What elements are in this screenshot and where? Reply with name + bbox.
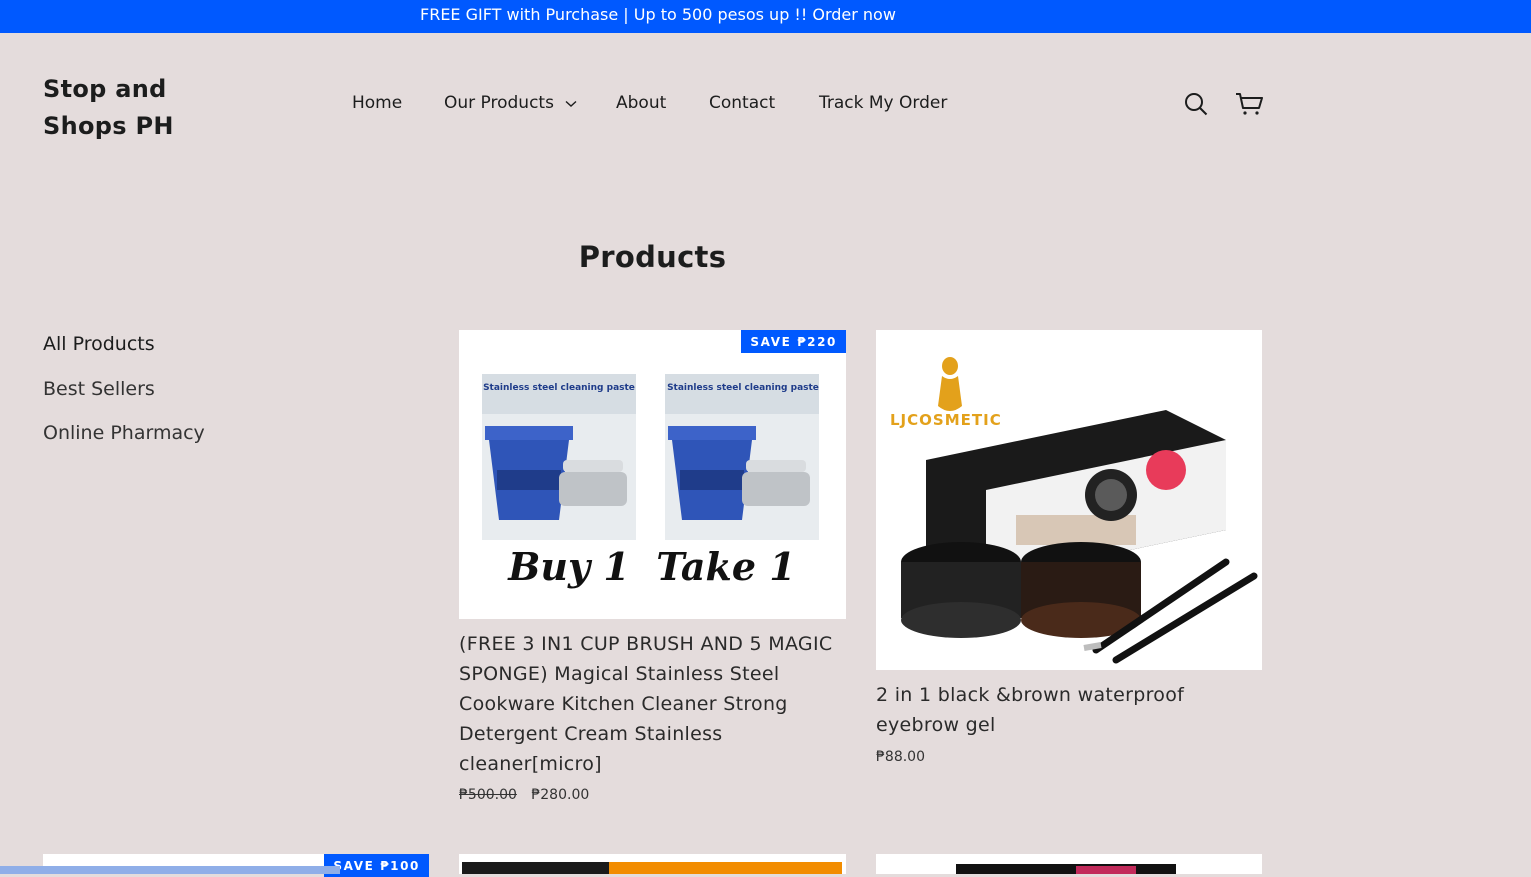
announcement-bar[interactable]: FREE GIFT with Purchase | Up to 500 peso… <box>0 0 1531 33</box>
search-icon[interactable] <box>1184 92 1208 120</box>
product-card[interactable] <box>876 854 1262 874</box>
product-image[interactable] <box>876 854 1262 874</box>
logo-line-2: Shops PH <box>43 112 174 140</box>
image-label-right: Stainless steel cleaning paste <box>667 383 819 393</box>
price-sale: ₱280.00 <box>531 787 590 803</box>
announcement-text[interactable]: FREE GIFT with Purchase | Up to 500 peso… <box>420 5 896 24</box>
product-card[interactable] <box>459 854 846 874</box>
logo-line-1: Stop and <box>43 75 167 103</box>
site-header: Stop and Shops PH Home Our Products Abou… <box>0 33 1531 171</box>
nav-contact[interactable]: Contact <box>709 93 775 113</box>
product-price: ₱500.00 ₱280.00 <box>459 787 589 803</box>
image-label-left: Stainless steel cleaning paste <box>483 383 635 393</box>
nav-our-products-label: Our Products <box>444 93 554 113</box>
product-image-partial <box>459 854 846 874</box>
product-image[interactable]: LJCOSMETIC <box>876 330 1262 670</box>
cart-icon[interactable] <box>1235 91 1263 121</box>
product-image[interactable]: Stainless steel cleaning paste Stainless… <box>459 330 846 619</box>
price-regular: ₱88.00 <box>876 749 925 765</box>
sidebar-item-online-pharmacy[interactable]: Online Pharmacy <box>43 422 205 444</box>
sidebar-item-all-products[interactable]: All Products <box>43 333 155 355</box>
price-compare: ₱500.00 <box>459 787 517 803</box>
product-image[interactable] <box>459 854 846 874</box>
product-title[interactable]: 2 in 1 black &brown waterproof eyebrow g… <box>876 680 1262 740</box>
image-brand: LJCOSMETIC <box>890 411 1002 429</box>
nav-about[interactable]: About <box>616 93 666 113</box>
image-caption: Buy 1 Take 1 <box>507 544 795 589</box>
site-logo[interactable]: Stop and Shops PH <box>43 71 203 145</box>
product-image-cleaner: Stainless steel cleaning paste Stainless… <box>459 330 846 619</box>
sale-badge: SAVE ₱220 <box>741 330 846 353</box>
chevron-down-icon <box>565 93 577 113</box>
product-image-partial <box>876 854 1262 874</box>
product-title[interactable]: (FREE 3 IN1 CUP BRUSH AND 5 MAGIC SPONGE… <box>459 629 846 779</box>
product-image-eyeliner: LJCOSMETIC <box>876 330 1262 670</box>
page-title: Products <box>578 240 727 274</box>
nav-track-order[interactable]: Track My Order <box>819 93 947 113</box>
nav-home[interactable]: Home <box>352 93 402 113</box>
nav-our-products[interactable]: Our Products <box>444 93 577 113</box>
product-price: ₱88.00 <box>876 749 925 765</box>
sidebar-item-best-sellers[interactable]: Best Sellers <box>43 378 155 400</box>
page-scroll-indicator <box>0 866 340 874</box>
